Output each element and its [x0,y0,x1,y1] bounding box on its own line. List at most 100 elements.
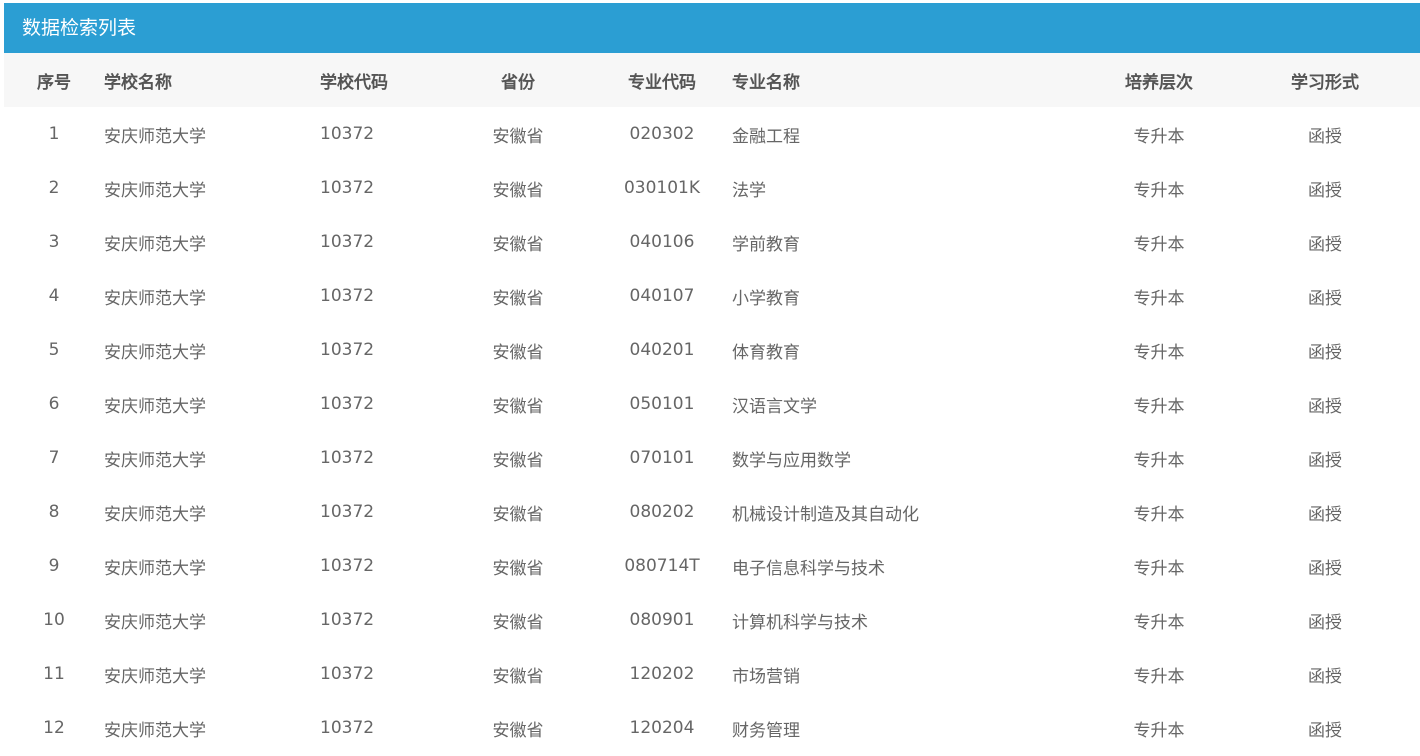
cell-major-code: 030101K [623,178,701,198]
cell-study-form: 函授 [1308,720,1342,741]
cell-school-code: 10372 [320,286,375,306]
cell-major-name: 学前教育 [732,234,800,255]
cell-province: 安徽省 [492,342,544,363]
cell-level: 专升本 [1133,666,1185,687]
cell-level: 专升本 [1133,504,1185,525]
cell-level: 专升本 [1133,450,1185,471]
cell-school-code: 10372 [320,718,375,738]
cell-study-form: 函授 [1308,180,1342,201]
cell-index: 7 [48,448,60,468]
cell-province: 安徽省 [492,720,544,741]
cell-school-name: 安庆师范大学 [104,126,206,147]
cell-major-name: 数学与应用数学 [732,450,851,471]
table-row[interactable]: 11 安庆师范大学 10372 安徽省 120202 市场营销 专升本 函授 [4,647,1420,701]
table-row[interactable]: 7 安庆师范大学 10372 安徽省 070101 数学与应用数学 专升本 函授 [4,431,1420,485]
cell-major-code: 120202 [629,664,695,684]
cell-major-name: 电子信息科学与技术 [732,558,885,579]
cell-school-code: 10372 [320,340,375,360]
cell-province: 安徽省 [492,666,544,687]
cell-major-name: 金融工程 [732,126,800,147]
cell-school-name: 安庆师范大学 [104,450,206,471]
cell-level: 专升本 [1133,558,1185,579]
cell-major-code: 080901 [629,610,695,630]
cell-school-name: 安庆师范大学 [104,396,206,417]
cell-major-name: 市场营销 [732,666,800,687]
table-row[interactable]: 1 安庆师范大学 10372 安徽省 020302 金融工程 专升本 函授 [4,107,1420,161]
cell-level: 专升本 [1133,180,1185,201]
cell-province: 安徽省 [492,288,544,309]
cell-major-code: 040201 [629,340,695,360]
cell-school-code: 10372 [320,394,375,414]
column-header-study-form: 学习形式 [1291,72,1359,93]
cell-study-form: 函授 [1308,558,1342,579]
cell-study-form: 函授 [1308,504,1342,525]
column-header-school-code: 学校代码 [320,72,388,93]
cell-level: 专升本 [1133,288,1185,309]
cell-school-name: 安庆师范大学 [104,288,206,309]
cell-study-form: 函授 [1308,288,1342,309]
cell-major-code: 120204 [629,718,695,738]
cell-study-form: 函授 [1308,666,1342,687]
cell-province: 安徽省 [492,180,544,201]
cell-major-name: 法学 [732,180,766,201]
cell-index: 10 [43,610,65,630]
table-row[interactable]: 9 安庆师范大学 10372 安徽省 080714T 电子信息科学与技术 专升本 函授 [4,539,1420,593]
cell-school-code: 10372 [320,610,375,630]
cell-school-name: 安庆师范大学 [104,504,206,525]
cell-major-name: 计算机科学与技术 [732,612,868,633]
cell-province: 安徽省 [492,558,544,579]
cell-index: 12 [43,718,65,738]
cell-index: 2 [48,178,60,198]
cell-study-form: 函授 [1308,126,1342,147]
cell-major-name: 体育教育 [732,342,800,363]
cell-index: 11 [43,664,65,684]
cell-province: 安徽省 [492,126,544,147]
results-table: 序号 学校名称 学校代码 省份 专业代码 专业名称 培养层次 学习形式 1 安庆师… [4,53,1420,755]
cell-school-name: 安庆师范大学 [104,234,206,255]
cell-school-code: 10372 [320,556,375,576]
cell-major-name: 机械设计制造及其自动化 [732,504,919,525]
cell-province: 安徽省 [492,504,544,525]
cell-school-code: 10372 [320,664,375,684]
cell-level: 专升本 [1133,342,1185,363]
cell-major-code: 080202 [629,502,695,522]
cell-index: 5 [48,340,60,360]
cell-index: 3 [48,232,60,252]
cell-school-name: 安庆师范大学 [104,558,206,579]
cell-index: 1 [48,124,60,144]
cell-major-code: 070101 [629,448,695,468]
table-row[interactable]: 6 安庆师范大学 10372 安徽省 050101 汉语言文学 专升本 函授 [4,377,1420,431]
cell-school-name: 安庆师范大学 [104,720,206,741]
cell-school-code: 10372 [320,448,375,468]
cell-school-code: 10372 [320,124,375,144]
cell-level: 专升本 [1133,720,1185,741]
cell-school-code: 10372 [320,502,375,522]
table-row[interactable]: 2 安庆师范大学 10372 安徽省 030101K 法学 专升本 函授 [4,161,1420,215]
table-row[interactable]: 8 安庆师范大学 10372 安徽省 080202 机械设计制造及其自动化 专升本 函授 [4,485,1420,539]
column-header-school-name: 学校名称 [104,72,172,93]
cell-study-form: 函授 [1308,612,1342,633]
table-header-row: 序号 学校名称 学校代码 省份 专业代码 专业名称 培养层次 学习形式 [4,53,1420,107]
cell-school-name: 安庆师范大学 [104,666,206,687]
cell-level: 专升本 [1133,234,1185,255]
cell-study-form: 函授 [1308,396,1342,417]
column-header-province: 省份 [501,72,535,93]
cell-major-code: 080714T [624,556,700,576]
table-row[interactable]: 4 安庆师范大学 10372 安徽省 040107 小学教育 专升本 函授 [4,269,1420,323]
cell-study-form: 函授 [1308,234,1342,255]
cell-index: 9 [48,556,60,576]
cell-level: 专升本 [1133,612,1185,633]
cell-level: 专升本 [1133,396,1185,417]
column-header-level: 培养层次 [1125,72,1193,93]
cell-study-form: 函授 [1308,342,1342,363]
column-header-index: 序号 [37,72,71,93]
cell-level: 专升本 [1133,126,1185,147]
cell-province: 安徽省 [492,450,544,471]
table-row[interactable]: 10 安庆师范大学 10372 安徽省 080901 计算机科学与技术 专升本 函授 [4,593,1420,647]
panel-title: 数据检索列表 [4,3,1420,53]
cell-major-code: 020302 [629,124,695,144]
table-row[interactable]: 5 安庆师范大学 10372 安徽省 040201 体育教育 专升本 函授 [4,323,1420,377]
table-row[interactable]: 3 安庆师范大学 10372 安徽省 040106 学前教育 专升本 函授 [4,215,1420,269]
table-row[interactable]: 12 安庆师范大学 10372 安徽省 120204 财务管理 专升本 函授 [4,701,1420,755]
cell-major-name: 财务管理 [732,720,800,741]
